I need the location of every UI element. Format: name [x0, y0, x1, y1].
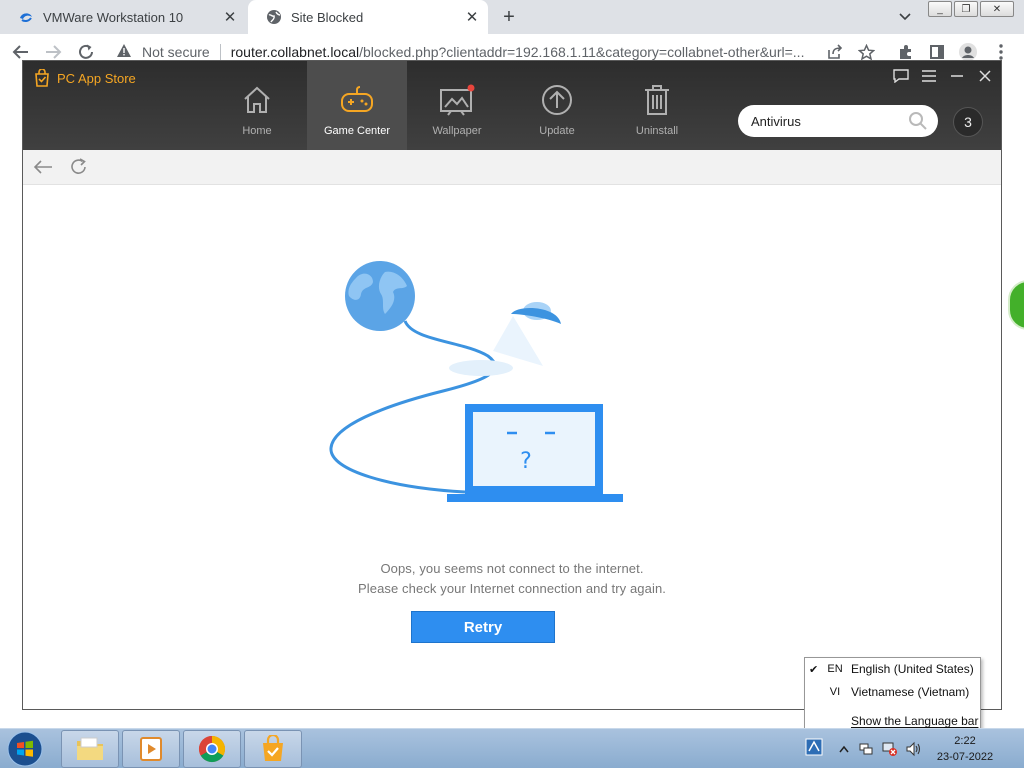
language-name: English (United States) [851, 662, 974, 676]
nav-label: Uninstall [635, 125, 679, 137]
upload-arrow-icon [537, 83, 577, 117]
back-arrow-icon[interactable] [32, 156, 54, 178]
error-message-line-2: Please check your Internet connection an… [358, 581, 666, 596]
taskbar-chrome-button[interactable] [183, 730, 241, 768]
nav-update[interactable]: Update [507, 61, 607, 150]
action-center-flag-icon[interactable] [858, 741, 874, 757]
pc-app-store-window: PC App Store Home Game Center Wallpaper … [22, 60, 1002, 710]
tab-title: VMWare Workstation 10 [43, 9, 184, 25]
error-message-line-1: Oops, you seems not connect to the inter… [380, 561, 644, 576]
app-header: PC App Store Home Game Center Wallpaper … [23, 61, 1001, 150]
language-code: EN [827, 663, 843, 675]
tab-title: Site Blocked [291, 9, 364, 25]
language-option-vi[interactable]: VI Vietnamese (Vietnam) [805, 682, 980, 702]
window-close-button[interactable]: ✕ [980, 1, 1014, 17]
minimize-icon[interactable] [948, 67, 966, 85]
retry-button[interactable]: Retry [411, 611, 555, 643]
search-value: Antivirus [751, 113, 801, 129]
language-menu: ✔ EN English (United States) VI Vietname… [804, 657, 981, 732]
search-icon[interactable] [908, 111, 928, 134]
nav-label: Home [242, 125, 272, 137]
chrome-icon [198, 735, 226, 763]
refresh-icon[interactable] [68, 156, 90, 178]
close-icon[interactable] [976, 67, 994, 85]
minimize-button[interactable]: _ [928, 1, 952, 17]
nav-uninstall[interactable]: Uninstall [607, 61, 707, 150]
nav-wallpaper[interactable]: Wallpaper [407, 61, 507, 150]
network-disconnected-icon[interactable] [882, 741, 898, 757]
chevron-down-icon[interactable] [896, 8, 914, 26]
language-option-en[interactable]: ✔ EN English (United States) [805, 659, 980, 679]
trash-icon [637, 83, 677, 117]
not-secure-label: Not secure [142, 44, 210, 60]
notification-count-badge[interactable]: 3 [953, 107, 983, 137]
clock-time[interactable]: 2:22 [930, 735, 1000, 747]
tab-close-icon[interactable]: ✕ [462, 7, 482, 27]
shopping-bag-icon [35, 69, 49, 87]
taskbar-app-store-button[interactable] [244, 730, 302, 768]
home-icon [237, 83, 277, 117]
search-input[interactable]: Antivirus [738, 105, 938, 137]
address-separator [219, 44, 221, 60]
shopping-bag-icon [263, 735, 283, 761]
folder-icon [77, 737, 103, 760]
no-internet-illustration: ? [323, 256, 633, 519]
nav-label: Update [539, 125, 575, 137]
globe-favicon-icon [266, 9, 282, 25]
nav-game-center[interactable]: Game Center [307, 61, 407, 150]
chat-icon[interactable] [892, 67, 910, 85]
tab-site-blocked[interactable]: Site Blocked ✕ [248, 0, 488, 34]
start-button[interactable] [2, 730, 48, 768]
tab-vmware[interactable]: VMWare Workstation 10 ✕ [0, 0, 246, 34]
language-name: Vietnamese (Vietnam) [851, 685, 970, 699]
side-widget-button[interactable] [1008, 280, 1024, 330]
media-player-icon [140, 737, 162, 761]
clock-date[interactable]: 23-07-2022 [930, 751, 1000, 763]
restore-button[interactable]: ❐ [954, 1, 978, 17]
url-text[interactable]: router.collabnet.local/blocked.php?clien… [231, 44, 821, 60]
windows-logo-icon [7, 731, 43, 767]
url-host: router.collabnet.local [230, 44, 360, 60]
show-language-bar-label: Show the Language bar [851, 714, 979, 728]
globe-icon [345, 261, 415, 331]
warning-triangle-icon[interactable] [116, 43, 134, 61]
tab-close-icon[interactable]: ✕ [220, 7, 240, 27]
language-code: VI [829, 686, 841, 698]
app-title: PC App Store [57, 70, 136, 86]
menu-hamburger-icon[interactable] [920, 67, 938, 85]
nav-label: Wallpaper [432, 125, 482, 137]
app-sub-toolbar [23, 150, 1001, 185]
vmware-favicon-icon [18, 9, 34, 25]
svg-text:?: ? [520, 449, 532, 474]
new-tab-button[interactable]: + [497, 6, 521, 28]
gamepad-icon [337, 83, 377, 117]
language-tray-icon[interactable] [805, 738, 823, 756]
ufo-icon [493, 302, 561, 366]
show-hidden-icons-arrow[interactable] [836, 741, 852, 757]
taskbar-explorer-button[interactable] [61, 730, 119, 768]
laptop-icon: ? [447, 404, 623, 502]
taskbar-media-player-button[interactable] [122, 730, 180, 768]
app-logo: PC App Store [33, 69, 136, 87]
browser-tab-strip: VMWare Workstation 10 ✕ Site Blocked ✕ +… [0, 0, 1024, 34]
wallpaper-icon [437, 83, 477, 117]
check-icon: ✔ [809, 663, 819, 676]
nav-home[interactable]: Home [207, 61, 307, 150]
nav-label: Game Center [323, 125, 391, 137]
volume-speaker-icon[interactable] [905, 741, 921, 757]
windows-taskbar: 2:22 23-07-2022 [0, 728, 1024, 768]
url-path: /blocked.php?clientaddr=192.168.1.11&cat… [359, 44, 805, 60]
